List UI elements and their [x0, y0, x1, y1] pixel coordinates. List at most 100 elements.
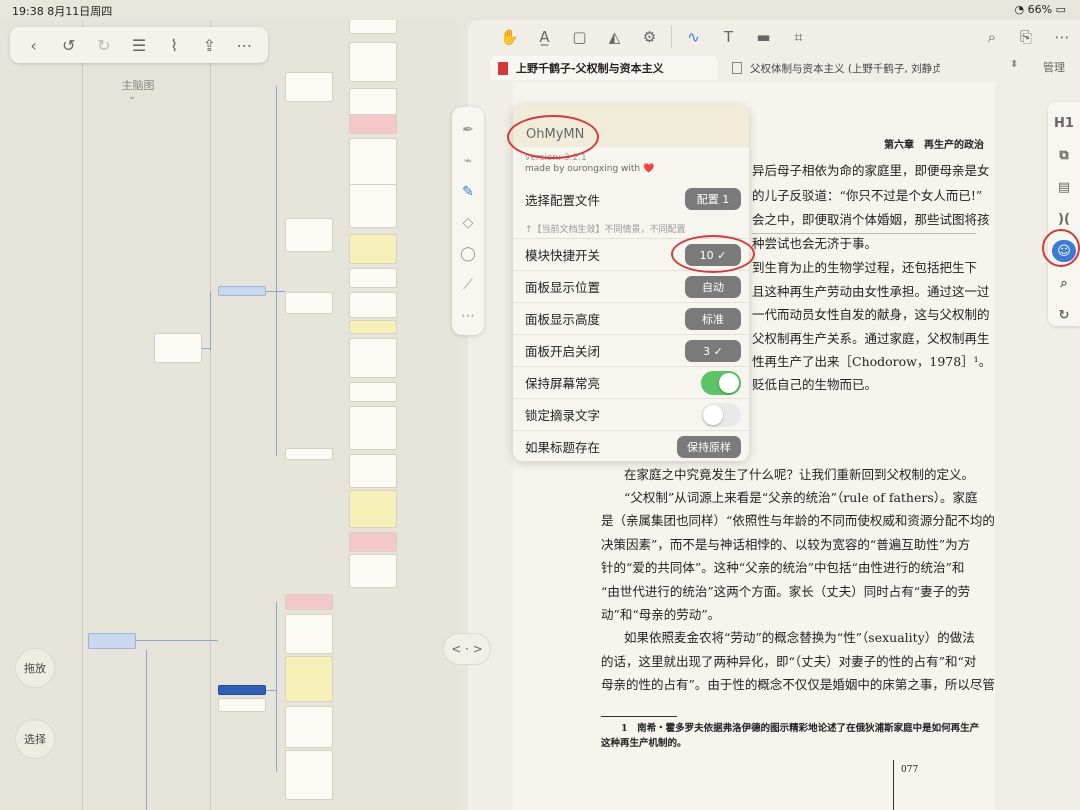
row-panel-height[interactable]: 面板显示高度 标准	[513, 302, 749, 334]
search-icon[interactable]: ⌕	[978, 24, 1006, 50]
mindmap-node[interactable]	[285, 706, 333, 748]
mindmap-node[interactable]	[349, 292, 397, 318]
ruler-icon[interactable]: ⟋	[457, 274, 479, 296]
text-highlight-icon[interactable]: A̲	[527, 24, 562, 50]
notebook-icon[interactable]: ▤	[1052, 176, 1076, 198]
back-icon[interactable]: ‹	[21, 32, 47, 58]
mindmap-node[interactable]	[349, 532, 397, 552]
tab-other-document[interactable]: 父权体制与资本主义 (上野千鹤子, 刘静贞,...	[728, 56, 940, 80]
more-icon[interactable]: ⋯	[457, 305, 479, 327]
more-icon[interactable]: ⋯	[1048, 24, 1076, 50]
profile-select-button[interactable]: 配置 1	[685, 188, 741, 210]
search-icon[interactable]: ⌕	[1052, 272, 1076, 294]
mindmap-node[interactable]	[349, 268, 397, 288]
mindmap-icon[interactable]: ⌇	[161, 32, 187, 58]
eraser-icon[interactable]: ◇	[457, 212, 479, 234]
ocr-icon[interactable]: ⌗	[781, 24, 816, 50]
text-line[interactable]: 一代而动员女性自发的献身，这与父权制的	[752, 307, 990, 323]
mindmap-node[interactable]	[349, 234, 397, 264]
split-view-handle[interactable]: < · >	[443, 633, 491, 665]
text-line[interactable]: “父权制”从词源上来看是“父亲的统治”（rule of fathers）。家庭	[624, 490, 978, 506]
media-icon[interactable]: ▬	[746, 24, 781, 50]
text-line[interactable]: 决策因素”，而不是与神话相悖的、以较为宽容的“普遍互助性”为方	[601, 537, 970, 553]
text-line[interactable]: 贬低自己的生物而已。	[752, 377, 877, 393]
text-line[interactable]: 异后母子相依为命的家庭里，即便母亲是女	[752, 163, 990, 179]
undo-icon[interactable]: ↺	[56, 32, 82, 58]
panel-height-select[interactable]: 标准	[685, 308, 741, 330]
text-line[interactable]: “由世代进行的统治”这两个方面。家长（丈夫）同时占有“妻子的劳	[601, 584, 970, 600]
chevron-down-icon[interactable]: ⌄	[128, 91, 136, 102]
highlighter-icon[interactable]: ⌁	[457, 150, 479, 172]
select-button[interactable]: 选择	[15, 719, 55, 759]
text-line[interactable]: 的话，这里就出现了两种异化，即“（丈夫）对妻子的性的占有”和“对	[601, 654, 976, 670]
refresh-icon[interactable]: ↻	[1052, 304, 1076, 326]
mindmap-node[interactable]	[349, 114, 397, 134]
shape-icon[interactable]: ⚙	[632, 24, 667, 50]
translate-icon[interactable]: ⧉	[1052, 144, 1076, 166]
keep-screen-on-toggle[interactable]	[701, 371, 741, 395]
row-keep-screen-on[interactable]: 保持屏幕常亮	[513, 366, 749, 398]
mindmap-node[interactable]	[154, 333, 202, 363]
mindmap-node[interactable]	[218, 698, 266, 712]
mindmap-node[interactable]	[285, 750, 333, 800]
mindmap-node[interactable]	[285, 448, 333, 460]
redo-icon[interactable]: ↻	[91, 32, 117, 58]
share-icon[interactable]: ⇪	[196, 32, 222, 58]
mindmap-node[interactable]	[285, 218, 333, 252]
mindmap-title[interactable]: 主脑图	[112, 77, 164, 93]
mindmap-topic-node[interactable]	[88, 633, 136, 649]
text-line[interactable]: 动”和“母亲的劳动”。	[601, 607, 720, 623]
title-exists-select[interactable]: 保持原样	[677, 436, 741, 458]
sort-icon[interactable]: ⬍	[1010, 59, 1018, 70]
pen-icon[interactable]: ✒	[457, 119, 479, 141]
mindmap-topic-node[interactable]	[218, 286, 266, 296]
heading-icon[interactable]: H1	[1052, 112, 1076, 134]
mindmap-node[interactable]	[285, 292, 333, 314]
text-line[interactable]: 父权制再生产关系。通过家庭，父权制再生	[752, 331, 990, 347]
mindmap-image-node[interactable]	[349, 338, 397, 378]
mindmap-node[interactable]	[285, 656, 333, 702]
mindmap-pane[interactable]	[0, 20, 458, 810]
drag-button[interactable]: 拖放	[15, 648, 55, 688]
mindmap-node[interactable]	[349, 554, 397, 588]
text-line[interactable]: 如果依照麦金农将“劳动”的概念替换为“性”（sexuality）的做法	[624, 630, 975, 646]
mindmap-node[interactable]	[285, 594, 333, 610]
mindmap-image-node[interactable]	[349, 490, 397, 528]
mindmap-node[interactable]	[349, 406, 397, 450]
list-icon[interactable]: ☰	[126, 32, 152, 58]
text-line[interactable]: 在家庭之中究竟发生了什么呢？让我们重新回到父权制的定义。	[624, 467, 974, 483]
bracket-icon[interactable]: )(	[1052, 208, 1076, 230]
bookmark-icon[interactable]: ⎘	[1012, 24, 1040, 50]
more-icon[interactable]: ⋯	[231, 32, 257, 58]
mindmap-node[interactable]	[349, 20, 397, 34]
text-line[interactable]: 针的“爱的共同体”。这种“父亲的统治”中包括“由性进行的统治”和	[601, 560, 964, 576]
footnote-line[interactable]: 这种再生产机制的。	[601, 735, 687, 749]
textbox-icon[interactable]: T	[711, 24, 746, 50]
manage-button[interactable]: 管理	[1043, 59, 1065, 75]
marker-icon[interactable]: ✎	[457, 181, 479, 203]
text-line[interactable]: 母亲的性的占有”。由于性的概念不仅仅是婚姻中的床第之事，所以尽管	[601, 677, 995, 693]
mindmap-topic-node-selected[interactable]	[218, 685, 266, 695]
text-line[interactable]: 的儿子反驳道：“你只不过是个女人而已!”	[752, 188, 982, 204]
mindmap-node[interactable]	[349, 320, 397, 334]
image-icon[interactable]: ◭	[597, 24, 632, 50]
text-line[interactable]: 会之中，即便取消个体婚姻，那些试图将孩	[752, 212, 990, 228]
panel-open-close-select[interactable]: 3 ✓	[685, 340, 741, 362]
mindmap-node[interactable]	[285, 72, 333, 102]
row-title-exists[interactable]: 如果标题存在 保持原样	[513, 430, 749, 461]
row-select-profile[interactable]: 选择配置文件 配置 1	[513, 183, 749, 215]
text-line[interactable]: 性再生产了出来［Chodorow，1978］¹。	[752, 354, 991, 370]
panel-position-select[interactable]: 自动	[685, 276, 741, 298]
handwriting-icon[interactable]: ∿	[676, 24, 711, 50]
tab-active-document[interactable]: 上野千鹤子-父权制与资本主义	[490, 56, 718, 80]
mindmap-node[interactable]	[349, 42, 397, 82]
lock-excerpt-toggle[interactable]	[701, 403, 741, 427]
mindmap-node[interactable]	[349, 138, 397, 188]
mindmap-node[interactable]	[349, 454, 397, 488]
lasso-icon[interactable]: ◯	[457, 243, 479, 265]
text-line[interactable]: 到生育为止的生物学过程，还包括把生下	[752, 260, 977, 276]
text-line[interactable]: 是（亲属集团也同样）“依照性与年龄的不同而使权威和资源分配不均的	[601, 513, 995, 529]
rect-select-icon[interactable]: ▢	[562, 24, 597, 50]
row-panel-position[interactable]: 面板显示位置 自动	[513, 270, 749, 302]
hand-icon[interactable]: ✋	[492, 24, 527, 50]
